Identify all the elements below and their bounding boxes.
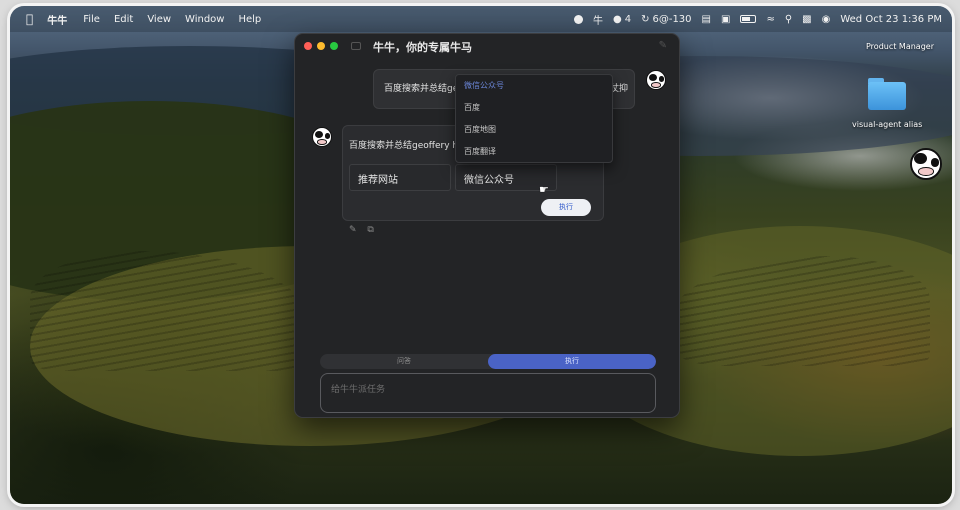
task-input[interactable]: 给牛牛派任务 xyxy=(320,373,656,413)
mode-switch: 问答 执行 xyxy=(320,354,656,369)
cpu-status-icon[interactable]: ▤ xyxy=(702,14,711,25)
copy-icon[interactable]: ⧉ xyxy=(367,225,373,235)
run-button[interactable]: 执行 xyxy=(541,199,591,216)
display-status-icon[interactable]: ▣ xyxy=(721,14,730,25)
window-title: 牛牛，你的专属牛马 xyxy=(373,41,472,54)
menubar-clock[interactable]: Wed Oct 23 1:36 PM xyxy=(840,14,942,25)
folder-icon[interactable] xyxy=(868,78,906,110)
menu-help[interactable]: Help xyxy=(238,14,261,25)
mode-qa-tab[interactable]: 问答 xyxy=(320,354,488,369)
menu-bar:  牛牛 File Edit View Window Help 牛 ●4 ↻6@… xyxy=(10,6,952,32)
wifi-icon[interactable]: ≈ xyxy=(766,14,774,25)
control-center-icon[interactable]: ▩ xyxy=(802,14,811,25)
close-window-button[interactable] xyxy=(304,42,312,50)
message-actions: ✎ ⧉ xyxy=(349,225,382,235)
menu-app-name[interactable]: 牛牛 xyxy=(47,12,67,27)
apple-menu-icon[interactable]:  xyxy=(26,12,33,26)
dropdown-item-baidu-translate[interactable]: 百度翻译 xyxy=(456,141,612,163)
screen-frame:  牛牛 File Edit View Window Help 牛 ●4 ↻6@… xyxy=(10,6,952,504)
minimize-window-button[interactable] xyxy=(317,42,325,50)
dropdown-item-baidu[interactable]: 百度 xyxy=(456,97,612,119)
desktop-item-label[interactable]: Product Manager xyxy=(866,42,934,51)
app-status-icon[interactable]: 牛 xyxy=(593,12,603,27)
app-window: 牛牛，你的专属牛马 ✎ 百度搜索并总结geoffery hinton的成就 仗抑… xyxy=(294,33,680,418)
folder-label[interactable]: visual-agent alias xyxy=(852,120,922,129)
battery-icon[interactable] xyxy=(740,15,757,23)
mode-execute-tab[interactable]: 执行 xyxy=(488,354,656,369)
zoom-window-button[interactable] xyxy=(330,42,338,50)
desktop-app-cow-icon[interactable] xyxy=(910,148,942,180)
menu-edit[interactable]: Edit xyxy=(114,14,133,25)
menu-view[interactable]: View xyxy=(147,14,171,25)
mouse-cursor-icon: ☛ xyxy=(539,183,549,196)
dropdown-item-baidu-map[interactable]: 百度地图 xyxy=(456,119,612,141)
bot-avatar xyxy=(312,127,332,147)
wechat-status-item[interactable]: ● 4 xyxy=(613,14,631,25)
network-status-item[interactable]: ↻ 6@-130 xyxy=(641,14,691,25)
window-titlebar xyxy=(295,34,679,58)
siri-icon[interactable]: ◉ xyxy=(822,14,831,25)
dropdown-item-wechat[interactable]: 微信公众号 xyxy=(456,75,612,97)
spotlight-search-icon[interactable]: ⚲ xyxy=(785,14,792,25)
source-dropdown: 微信公众号 百度 百度地图 百度翻译 xyxy=(455,74,613,163)
menu-window[interactable]: Window xyxy=(185,14,224,25)
user-avatar xyxy=(646,70,666,90)
edit-icon[interactable]: ✎ xyxy=(349,225,357,235)
option-recommend-site[interactable]: 推荐网站 xyxy=(349,164,451,191)
new-chat-icon[interactable]: ✎ xyxy=(659,40,667,51)
sidebar-toggle-icon[interactable] xyxy=(351,42,361,50)
record-status-icon[interactable] xyxy=(573,14,583,24)
menu-file[interactable]: File xyxy=(83,14,100,25)
